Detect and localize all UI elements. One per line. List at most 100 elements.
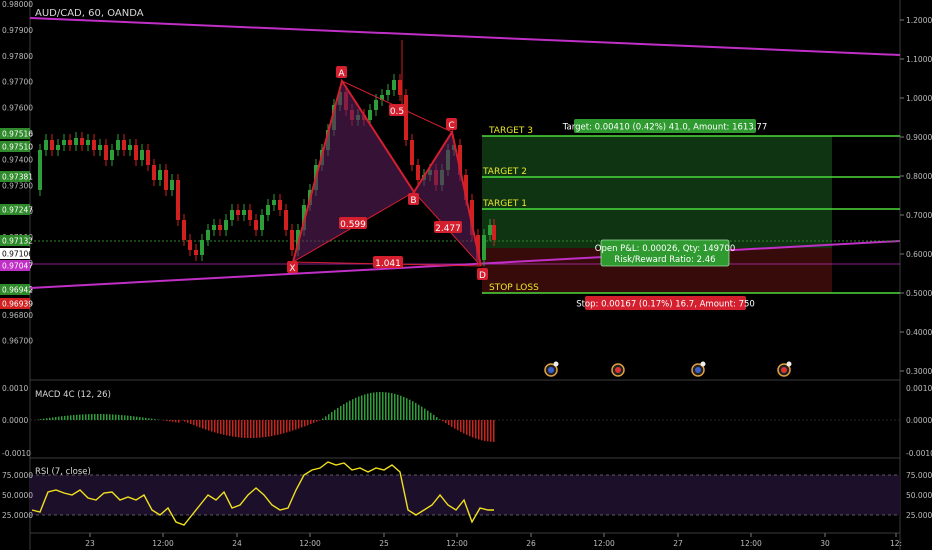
macd-bar bbox=[451, 420, 453, 427]
macd-bar bbox=[421, 406, 423, 420]
macd-bar bbox=[430, 412, 432, 420]
macd-bar bbox=[355, 397, 357, 420]
macd-right-tick-label: -0.0010 bbox=[906, 449, 932, 458]
right-tick-label: 0.7000 bbox=[906, 211, 932, 220]
price-badge-text: 0.97047 bbox=[2, 262, 33, 271]
candle bbox=[248, 210, 252, 220]
macd-bar bbox=[265, 420, 267, 437]
macd-bar bbox=[397, 394, 399, 420]
macd-bar bbox=[235, 420, 237, 437]
point-a-label: A bbox=[336, 66, 347, 79]
macd-bar bbox=[346, 402, 348, 420]
macd-bar bbox=[97, 414, 99, 420]
stop-info-box[interactable]: Stop: 0.00167 (0.17%) 16.7, Amount: 750 bbox=[576, 296, 755, 310]
macd-bar bbox=[232, 420, 234, 437]
macd-bar bbox=[169, 420, 171, 422]
macd-bar bbox=[358, 396, 360, 420]
macd-bar bbox=[394, 393, 396, 420]
macd-bar bbox=[487, 420, 489, 442]
price-badge: 0.96939 bbox=[0, 298, 33, 309]
macd-bar bbox=[40, 419, 42, 420]
macd-bar bbox=[52, 417, 54, 420]
right-tick-label: 0.5000 bbox=[906, 289, 932, 298]
macd-bar bbox=[172, 420, 174, 422]
candle bbox=[74, 138, 78, 145]
macd-bar bbox=[481, 420, 483, 441]
time-tick-label: 24 bbox=[232, 539, 242, 548]
right-tick-label: 0.3000 bbox=[906, 367, 932, 376]
macd-bar bbox=[292, 420, 294, 431]
price-badge: 0.97047 bbox=[0, 260, 33, 271]
macd-bar bbox=[433, 414, 435, 420]
point-x-label: X bbox=[287, 261, 298, 274]
macd-bar bbox=[274, 420, 276, 436]
price-badge: 0.97381 bbox=[0, 171, 33, 182]
position-info-box[interactable]: Open P&L: 0.00026, Qty: 149700 Risk/Rewa… bbox=[595, 239, 735, 267]
rsi-tick-label: 50.0000 bbox=[2, 491, 33, 500]
price-tick-label: 0.97700 bbox=[2, 78, 33, 87]
svg-text:Stop: 0.00167 (0.17%) 16.7, Am: Stop: 0.00167 (0.17%) 16.7, Amount: 750 bbox=[576, 300, 755, 310]
candle bbox=[398, 80, 402, 95]
candle bbox=[290, 230, 294, 250]
candle bbox=[242, 210, 246, 215]
stop-loss-label: STOP LOSS bbox=[489, 283, 539, 293]
right-tick-label: 1.1000 bbox=[906, 55, 932, 64]
macd-bar bbox=[364, 394, 366, 420]
macd-bar bbox=[367, 393, 369, 420]
macd-bar bbox=[175, 420, 177, 423]
macd-bar bbox=[49, 417, 51, 420]
macd-bar bbox=[409, 399, 411, 420]
candle bbox=[188, 240, 192, 250]
macd-bar bbox=[340, 406, 342, 420]
macd-right-tick-label: 0.0010 bbox=[906, 384, 932, 393]
candle bbox=[254, 220, 258, 230]
price-tick-label: 0.97300 bbox=[2, 181, 33, 190]
macd-bar bbox=[337, 407, 339, 420]
macd-bar bbox=[67, 415, 69, 420]
macd-bar bbox=[370, 392, 372, 420]
macd-bar bbox=[382, 392, 384, 420]
macd-bar bbox=[55, 416, 57, 420]
macd-bar bbox=[328, 414, 330, 420]
candle bbox=[158, 170, 162, 180]
candle bbox=[278, 200, 282, 210]
macd-bar bbox=[391, 393, 393, 420]
macd-bar bbox=[463, 420, 465, 434]
chart-canvas[interactable]: AUD/CAD, 60, OANDA 0.98000 0.97900 0.97800… bbox=[0, 0, 932, 550]
macd-bar bbox=[229, 420, 231, 437]
candle bbox=[272, 200, 276, 205]
macd-bar bbox=[166, 420, 168, 421]
macd-right-tick-label: 0.0000 bbox=[906, 416, 932, 425]
candle bbox=[218, 225, 222, 230]
macd-bar bbox=[406, 398, 408, 420]
macd-bar bbox=[436, 417, 438, 420]
macd-bar bbox=[298, 420, 300, 429]
macd-bar bbox=[247, 420, 249, 438]
macd-bar bbox=[472, 420, 474, 438]
macd-bar bbox=[349, 400, 351, 420]
svg-text:Open P&L: 0.00026, Qty: 149700: Open P&L: 0.00026, Qty: 149700 bbox=[595, 244, 735, 254]
svg-text:1.041: 1.041 bbox=[375, 259, 401, 269]
event-flag-icon[interactable] bbox=[611, 363, 625, 377]
macd-bar bbox=[112, 414, 114, 420]
macd-bar bbox=[256, 420, 258, 438]
price-badge-text: 0.97516 bbox=[2, 130, 33, 139]
macd-bar bbox=[310, 420, 312, 425]
time-tick-label: 12:00 bbox=[299, 539, 321, 548]
macd-bar bbox=[253, 420, 255, 438]
macd-bar bbox=[214, 420, 216, 433]
target-info-box[interactable]: Target: 0.00410 (0.42%) 41.0, Amount: 16… bbox=[562, 119, 768, 133]
price-badge: 0.97247 bbox=[0, 204, 33, 215]
candle bbox=[44, 140, 48, 150]
macd-bar bbox=[127, 415, 129, 420]
macd-tick-label: 0.0000 bbox=[2, 416, 28, 425]
macd-bar bbox=[484, 420, 486, 441]
macd-bar bbox=[46, 418, 48, 420]
rsi-label: RSI (7, close) bbox=[35, 467, 91, 477]
rsi-tick-label: 25.0000 bbox=[2, 511, 33, 520]
macd-bar bbox=[427, 410, 429, 420]
candle bbox=[368, 110, 372, 120]
macd-bar bbox=[79, 414, 81, 420]
time-tick-label: 12:00 bbox=[740, 539, 762, 548]
candle bbox=[416, 165, 420, 180]
